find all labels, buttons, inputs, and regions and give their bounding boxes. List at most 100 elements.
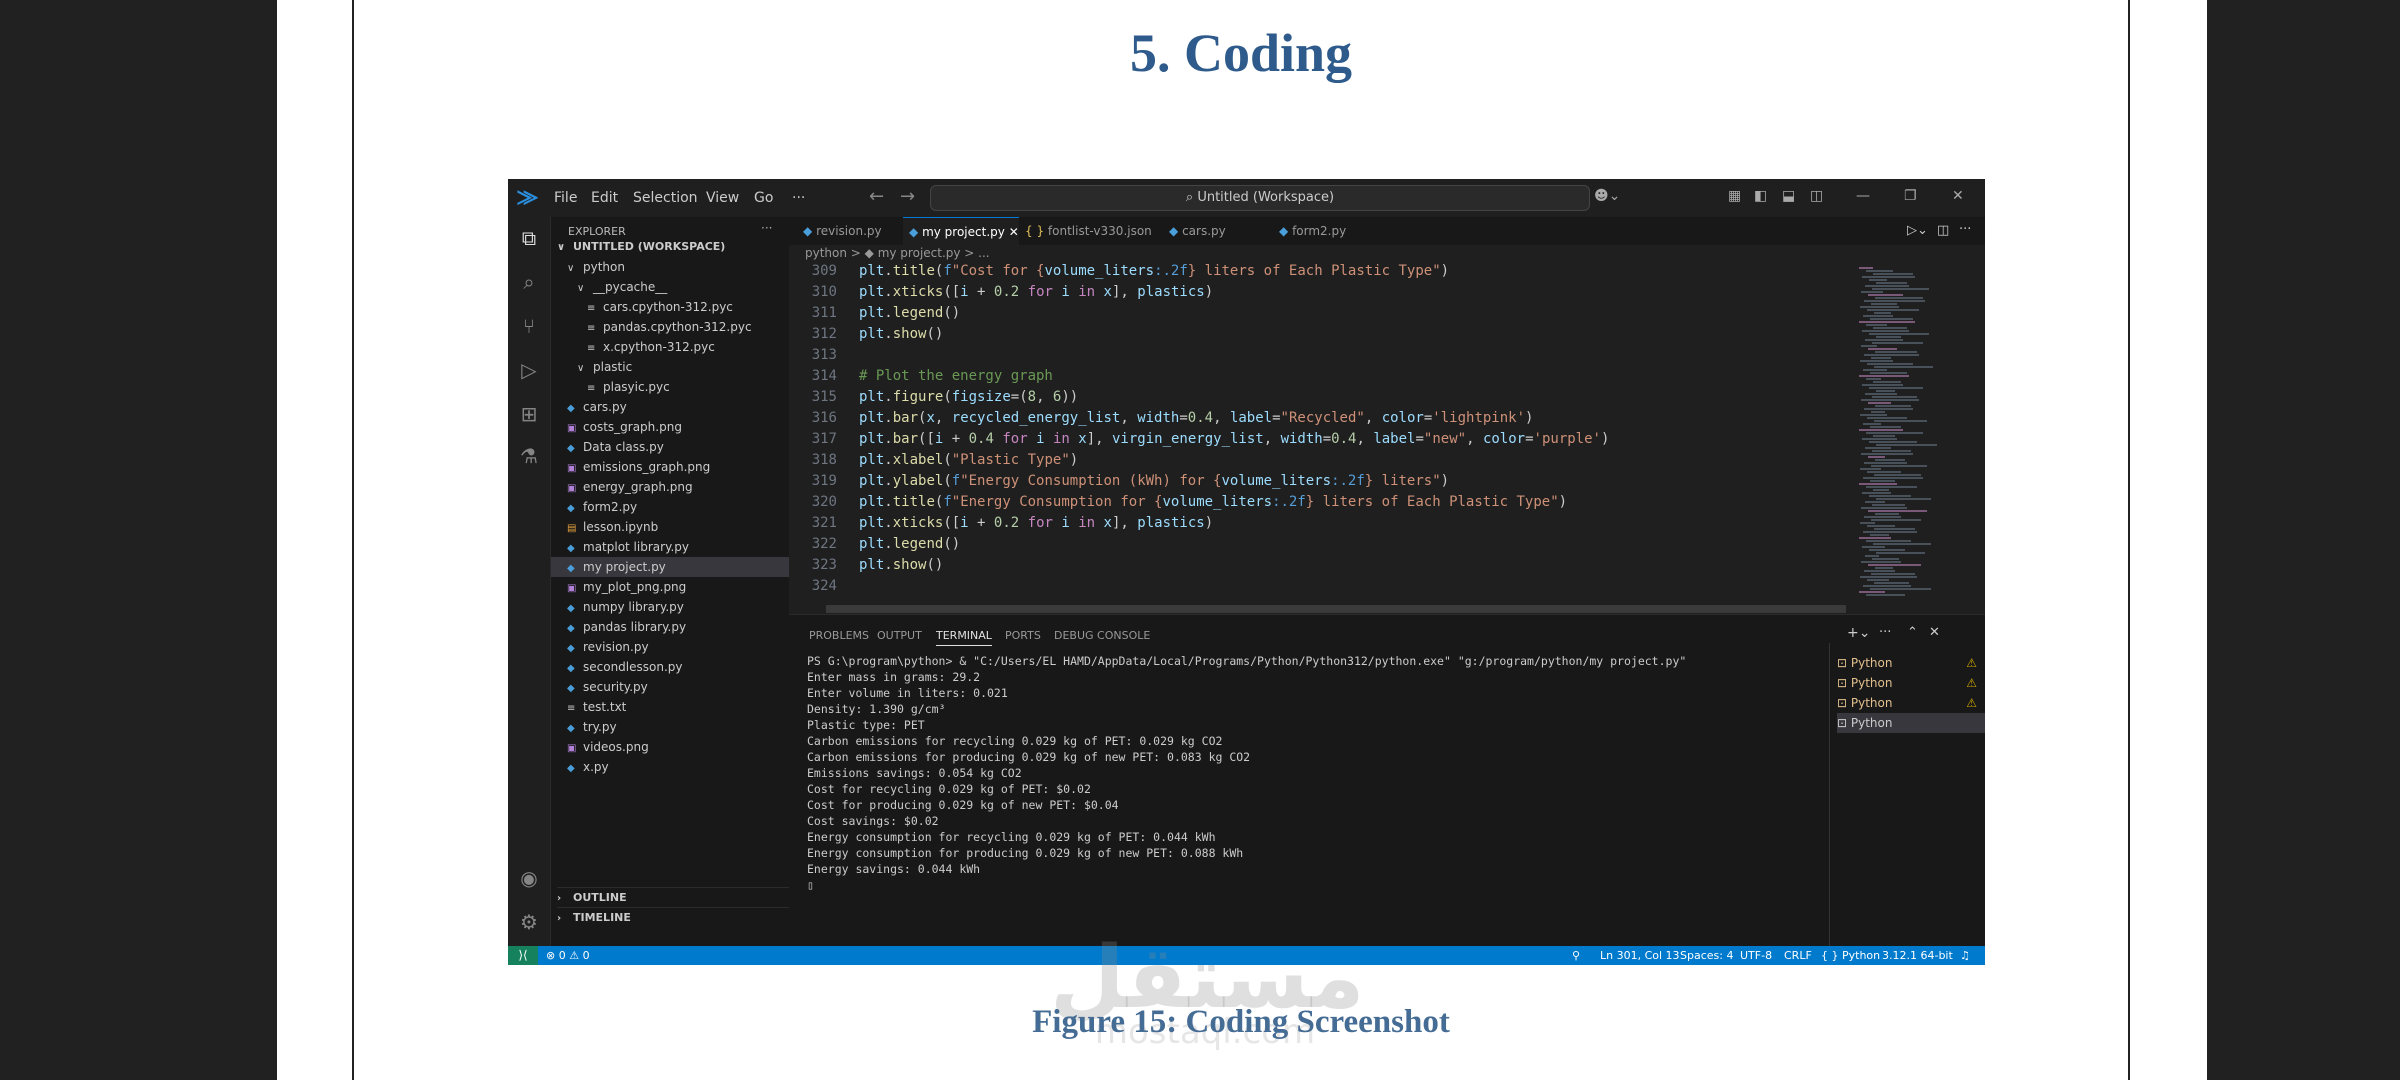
close-panel-icon[interactable]: ✕ [1929, 625, 1940, 640]
tab-terminal[interactable]: TERMINAL [936, 629, 992, 646]
toggle-secondary-sidebar-icon[interactable]: ◫ [1810, 188, 1823, 204]
tree-item[interactable]: ◆ numpy library.py [551, 597, 789, 617]
outline-section[interactable]: › OUTLINE [557, 887, 789, 908]
tree-item[interactable]: ◆ revision.py [551, 637, 789, 657]
timeline-section[interactable]: › TIMELINE [557, 907, 789, 928]
tree-item[interactable]: ◆ form2.py [551, 497, 789, 517]
tab-problems[interactable]: PROBLEMS [809, 629, 869, 642]
menu-go[interactable]: Go [754, 190, 773, 206]
minimap[interactable] [1849, 263, 1985, 596]
tab-debug-console[interactable]: DEBUG CONSOLE [1054, 629, 1150, 642]
customize-layout-icon[interactable]: ▦ [1728, 188, 1741, 204]
split-editor-icon[interactable]: ◫ [1937, 223, 1949, 238]
tree-item[interactable]: ∨ plastic [551, 357, 789, 377]
tree-item[interactable]: ◆ my project.py [551, 557, 789, 577]
tree-item[interactable]: ▤ lesson.ipynb [551, 517, 789, 537]
terminal-icon: ⊡ [1837, 656, 1851, 670]
tree-item[interactable]: ∨ __pycache__ [551, 277, 789, 297]
language-mode[interactable]: { } Python [1821, 949, 1880, 962]
tree-item[interactable]: ∨ python [551, 257, 789, 277]
menu-file[interactable]: File [554, 190, 577, 206]
new-terminal-icon[interactable]: +⌄ [1847, 625, 1870, 641]
remote-icon[interactable]: ⟩⟨ [508, 946, 538, 965]
tab-ports[interactable]: PORTS [1005, 629, 1041, 642]
tree-item[interactable]: ≡ plasyic.pyc [551, 377, 789, 397]
tree-item-label: form2.py [583, 500, 638, 514]
tab-fontlist[interactable]: { } fontlist-v330.json [1025, 217, 1165, 245]
terminal-line: Carbon emissions for producing 0.029 kg … [807, 750, 1251, 764]
terminal-instance[interactable]: ⊡ Python ⚠ [1837, 693, 1985, 713]
tree-item[interactable]: ◆ Data class.py [551, 437, 789, 457]
copilot-icon[interactable]: ☻⌄ [1594, 188, 1620, 204]
back-arrow-icon[interactable]: ← [869, 186, 884, 207]
terminal-instance[interactable]: ⊡ Python [1837, 713, 1985, 733]
testing-icon[interactable]: ⚗ [516, 443, 542, 469]
restore-icon[interactable]: ❐ [1904, 188, 1917, 204]
tree-item[interactable]: ▣ costs_graph.png [551, 417, 789, 437]
tree-item[interactable]: ◆ security.py [551, 677, 789, 697]
run-debug-icon[interactable]: ▷ [516, 357, 542, 383]
tree-item[interactable]: ◆ pandas library.py [551, 617, 789, 637]
cursor-position[interactable]: Ln 301, Col 13 [1600, 949, 1680, 962]
tree-item[interactable]: ≡ pandas.cpython-312.pyc [551, 317, 789, 337]
toggle-panel-icon[interactable]: ⬓ [1782, 188, 1795, 204]
terminal-instance[interactable]: ⊡ Python ⚠ [1837, 673, 1985, 693]
command-center[interactable]: ⌕ Untitled (Workspace) [930, 185, 1590, 211]
settings-gear-icon[interactable]: ⚙ [516, 909, 542, 935]
tab-revision[interactable]: ◆ revision.py [797, 217, 907, 245]
more-actions-icon[interactable]: ··· [761, 221, 772, 235]
source-control-icon[interactable]: ⑂ [516, 313, 542, 339]
editor-more-icon[interactable]: ··· [1959, 222, 1971, 237]
menu-more[interactable]: ··· [792, 190, 805, 206]
account-icon[interactable]: ◉ [516, 865, 542, 891]
code-editor[interactable]: 309 310 311 312 313 314 315 316 317 318 319 320 321 3… [789, 263, 1849, 595]
explorer-icon[interactable]: ⧉ [516, 225, 542, 251]
run-file-icon[interactable]: ▷⌄ [1907, 223, 1928, 238]
extensions-icon[interactable]: ⊞ [516, 401, 542, 427]
tab-form2[interactable]: ◆ form2.py [1279, 217, 1379, 245]
tree-item[interactable]: ◆ try.py [551, 717, 789, 737]
workspace-root[interactable]: ∨ UNTITLED (WORKSPACE) [557, 237, 725, 257]
menu-selection[interactable]: Selection [633, 190, 698, 206]
minimap-line [1868, 564, 1921, 566]
panel-more-icon[interactable]: ··· [1879, 625, 1891, 640]
tree-item[interactable]: ◆ cars.py [551, 397, 789, 417]
tree-item[interactable]: ≡ cars.cpython-312.pyc [551, 297, 789, 317]
code-line: plt.bar([i + 0.4 for i in x], virgin_ene… [859, 431, 1610, 447]
close-window-icon[interactable]: ✕ [1952, 188, 1964, 204]
tree-item[interactable]: ▣ videos.png [551, 737, 789, 757]
menu-view[interactable]: View [706, 190, 739, 206]
tree-item[interactable]: ◆ matplot library.py [551, 537, 789, 557]
tree-item[interactable]: ▣ emissions_graph.png [551, 457, 789, 477]
line-ending[interactable]: CRLF [1784, 949, 1812, 962]
zoom-icon[interactable]: ⚲ [1572, 949, 1580, 962]
tab-my-project[interactable]: ◆ my project.py ✕ [903, 217, 1019, 246]
tree-item-label: plastic [593, 360, 633, 374]
horizontal-scrollbar[interactable] [826, 605, 1846, 613]
python-interpreter[interactable]: 3.12.1 64-bit [1882, 949, 1953, 962]
forward-arrow-icon[interactable]: → [900, 186, 915, 207]
encoding[interactable]: UTF-8 [1740, 949, 1772, 962]
search-view-icon[interactable]: ⌕ [516, 269, 542, 295]
close-tab-icon[interactable]: ✕ [1009, 225, 1019, 239]
maximize-panel-icon[interactable]: ⌃ [1907, 625, 1918, 640]
notifications-bell-icon[interactable]: ♫ [1960, 949, 1970, 962]
toggle-sidebar-icon[interactable]: ◧ [1754, 188, 1767, 204]
tab-cars[interactable]: ◆ cars.py [1169, 217, 1269, 245]
menu-edit[interactable]: Edit [591, 190, 618, 206]
tab-output[interactable]: OUTPUT [877, 629, 922, 642]
problems-count[interactable]: ⊗ 0 ⚠ 0 [546, 949, 590, 962]
tree-item[interactable]: ▣ my_plot_png.png [551, 577, 789, 597]
breadcrumb[interactable]: python > ◆ my project.py > ... [789, 245, 1985, 263]
tree-item[interactable]: ▣ energy_graph.png [551, 477, 789, 497]
tree-item[interactable]: ≡ x.cpython-312.pyc [551, 337, 789, 357]
minimap-line [1871, 411, 1885, 413]
tree-item[interactable]: ≡ test.txt [551, 697, 789, 717]
tree-item[interactable]: ◆ x.py [551, 757, 789, 777]
indentation[interactable]: Spaces: 4 [1680, 949, 1733, 962]
terminal-instance[interactable]: ⊡ Python ⚠ [1837, 653, 1985, 673]
tree-item[interactable]: ◆ secondlesson.py [551, 657, 789, 677]
terminal-output[interactable]: PS G:\program\python> & "C:/Users/EL HAM… [807, 653, 1807, 893]
minimap-line [1863, 315, 1893, 317]
minimize-icon[interactable]: — [1856, 188, 1870, 204]
